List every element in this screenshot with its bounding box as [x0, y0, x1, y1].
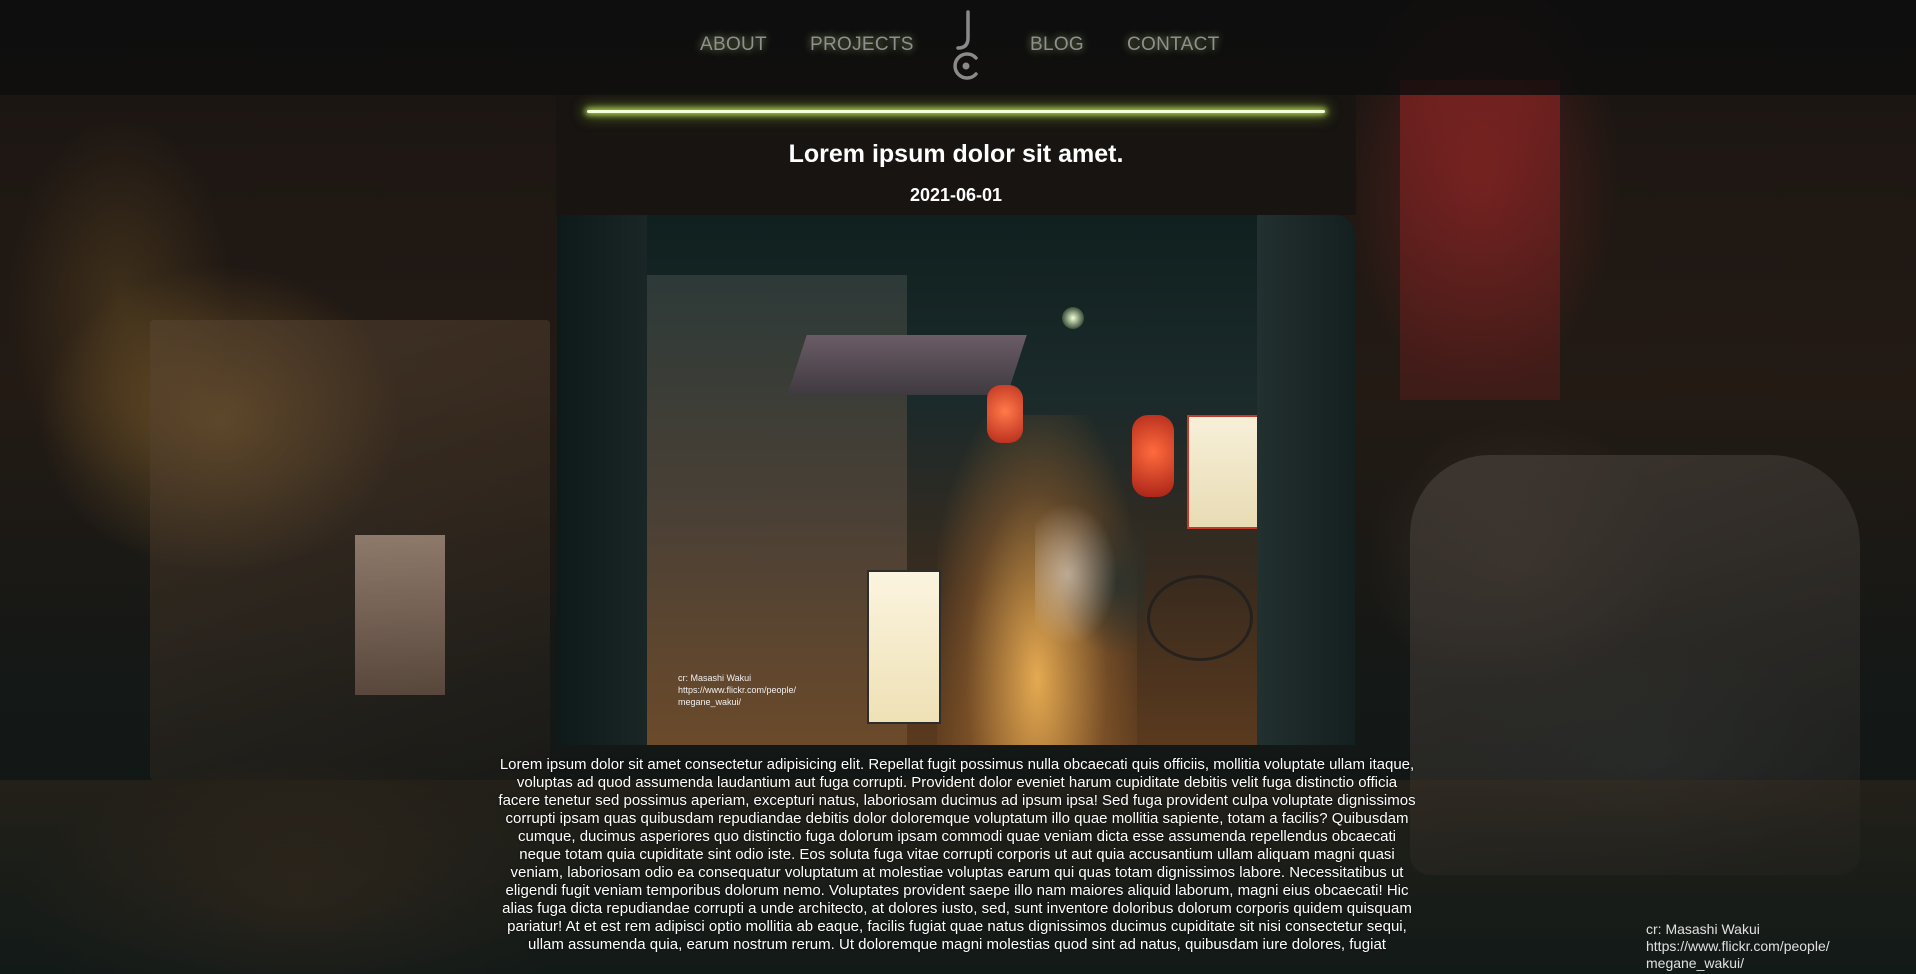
- photo-credit-url-2: megane_wakui/: [678, 697, 742, 707]
- background-right-signs: [1400, 80, 1560, 400]
- background-credit-url-1: https://www.flickr.com/people/: [1646, 938, 1830, 954]
- background-credit-name: cr: Masashi Wakui: [1646, 921, 1760, 937]
- photo-red-lantern: [987, 385, 1023, 443]
- nav-link-projects[interactable]: PROJECTS: [810, 34, 914, 56]
- photo-credit: cr: Masashi Wakui https://www.flickr.com…: [678, 672, 818, 708]
- post-date: 2021-06-01: [909, 185, 1003, 205]
- photo-bicycle: [1147, 575, 1253, 661]
- glowing-divider: [587, 110, 1325, 113]
- background-credit-url-2: megane_wakui/: [1646, 955, 1745, 971]
- background-left-sign: [355, 535, 445, 695]
- nav-link-about[interactable]: ABOUT: [700, 34, 767, 56]
- top-navbar: ABOUT PROJECTS BLOG CONTACT: [0, 0, 1916, 95]
- photo-left-wall: [557, 215, 647, 745]
- background-left-shopfront: [150, 320, 550, 780]
- photo-price-sign: [1187, 415, 1261, 529]
- photo-standing-sign: [867, 570, 941, 724]
- background-credit: cr: Masashi Wakui https://www.flickr.com…: [1646, 921, 1886, 972]
- page: ABOUT PROJECTS BLOG CONTACT Lorem ipsum …: [0, 0, 1916, 974]
- featured-photo: [557, 215, 1355, 745]
- photo-credit-name: cr: Masashi Wakui: [678, 673, 752, 683]
- photo-awning: [787, 335, 1027, 395]
- post-body-text: Lorem ipsum dolor sit amet consectetur a…: [498, 756, 1416, 953]
- photo-street-lamp: [1062, 307, 1084, 329]
- nav-link-contact[interactable]: CONTACT: [1127, 34, 1220, 56]
- photo-right-wall: [1257, 215, 1355, 745]
- post-title: Lorem ipsum dolor sit amet.: [788, 140, 1124, 168]
- photo-red-lantern-large: [1132, 415, 1174, 497]
- jc-monogram-logo[interactable]: [948, 8, 984, 80]
- photo-credit-url-1: https://www.flickr.com/people/: [678, 685, 797, 695]
- photo-pedestrians: [1035, 500, 1145, 685]
- nav-link-blog[interactable]: BLOG: [1030, 34, 1084, 56]
